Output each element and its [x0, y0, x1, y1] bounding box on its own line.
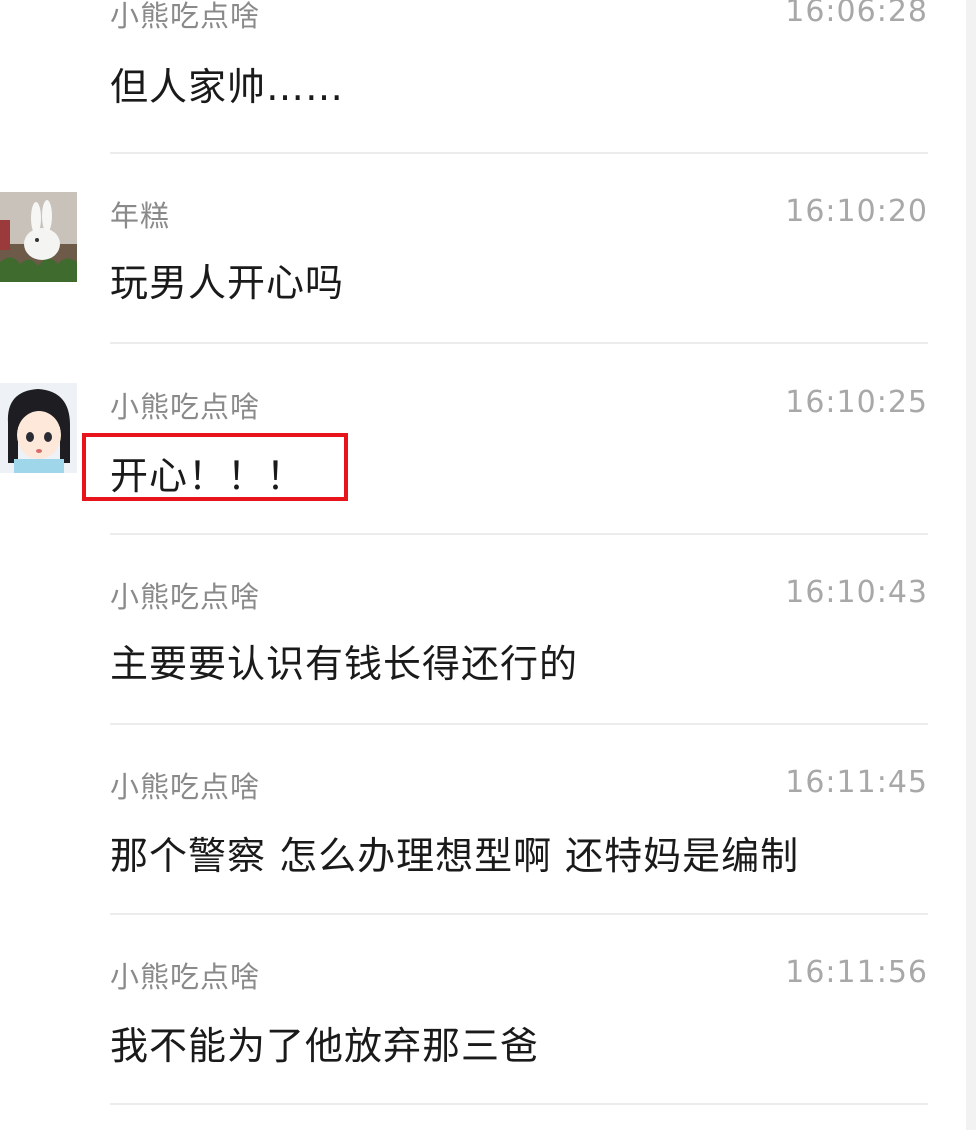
chat-message[interactable]: 小熊吃点啥 16:11:56 我不能为了他放弃那三爸 [0, 953, 976, 1130]
message-time: 16:10:20 [785, 194, 928, 229]
divider [110, 723, 928, 725]
sender-name: 年糕 [110, 199, 171, 233]
sender-name: 小熊吃点啥 [110, 960, 261, 994]
message-text: 玩男人开心吗 [110, 261, 345, 305]
divider [110, 913, 928, 915]
message-text: 主要要认识有钱长得还行的 [110, 642, 579, 686]
message-text: 我不能为了他放弃那三爸 [110, 1024, 540, 1068]
red-highlight-box [82, 433, 348, 501]
chat-message[interactable]: 小熊吃点啥 16:06:28 但人家帅…… [0, 0, 976, 182]
divider [110, 152, 928, 154]
rabbit-avatar-icon[interactable] [0, 192, 77, 282]
chat-message[interactable]: 年糕 16:10:20 玩男人开心吗 [0, 192, 976, 382]
sender-name: 小熊吃点啥 [110, 0, 261, 33]
message-time: 16:11:56 [785, 955, 928, 990]
message-time: 16:10:43 [785, 575, 928, 610]
message-time: 16:11:45 [785, 765, 928, 800]
chat-message[interactable]: 小熊吃点啥 16:11:45 那个警察 怎么办理想型啊 还特妈是编制 [0, 763, 976, 953]
message-time: 16:06:28 [785, 0, 928, 29]
divider [110, 1103, 928, 1105]
sender-name: 小熊吃点啥 [110, 390, 261, 424]
sender-name: 小熊吃点啥 [110, 580, 261, 614]
message-text: 但人家帅…… [110, 65, 345, 109]
message-text: 那个警察 怎么办理想型啊 还特妈是编制 [110, 834, 800, 878]
message-time: 16:10:25 [785, 385, 928, 420]
divider [110, 342, 928, 344]
anime-girl-avatar-icon[interactable] [0, 383, 77, 473]
chat-screen: 小熊吃点啥 16:06:28 但人家帅…… 年糕 16:10:20 玩男人开心吗 [0, 0, 976, 1130]
chat-message[interactable]: 小熊吃点啥 16:10:43 主要要认识有钱长得还行的 [0, 573, 976, 763]
divider [110, 533, 928, 535]
sender-name: 小熊吃点啥 [110, 770, 261, 804]
